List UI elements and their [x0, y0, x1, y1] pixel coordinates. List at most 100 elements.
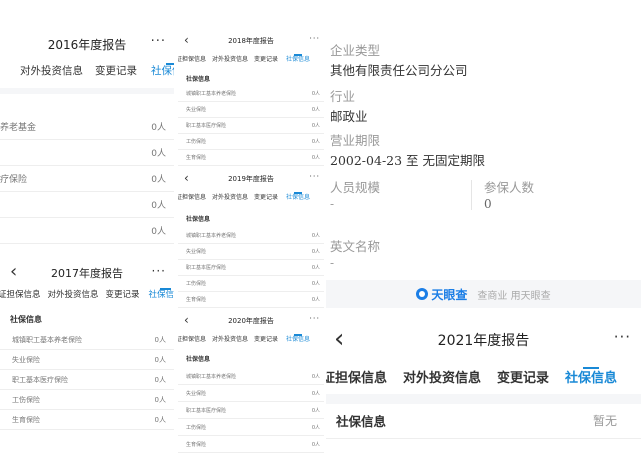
back-icon[interactable]: ‹: [10, 263, 17, 281]
report-2020-tabs: 证担保信息 对外投资信息 变更记录 社保信息: [178, 332, 324, 344]
row-name: 职工基本医疗保险: [186, 123, 227, 129]
table-row: 0人: [0, 140, 174, 166]
tab-social-security[interactable]: 社保信息: [565, 366, 617, 386]
table-row: 失业保险 0人: [178, 385, 324, 402]
row-name: 生育保险: [12, 415, 40, 424]
tab-social-security[interactable]: 社保信息: [149, 288, 174, 300]
row-value: 0人: [311, 297, 320, 303]
row-name: 生育保险: [186, 441, 207, 448]
report-2016-panel: 2016年度报告 ··· 对外投资信息 变更记录 社保信息 养老基金 0人 0人…: [0, 0, 174, 250]
insured-count-value: 0: [484, 197, 492, 211]
row-value: 0人: [311, 407, 320, 414]
table-row: 失业保险 0人: [178, 102, 324, 118]
tab-guarantee[interactable]: 证担保信息: [0, 288, 41, 300]
tab-changes[interactable]: 变更记录: [497, 367, 549, 386]
english-name-label: 英文名称: [330, 239, 381, 254]
report-2018-panel: ‹ 2018年度报告 ··· 证担保信息 对外投资信息 变更记录 社保信息 社保…: [178, 32, 324, 166]
more-icon[interactable]: ···: [309, 314, 320, 323]
back-icon[interactable]: ‹: [184, 172, 189, 184]
report-2017-header: ‹ 2017年度报告 ···: [0, 263, 174, 282]
company-type-value: 其他有限责任公司分公司: [330, 63, 468, 78]
row-name: 职工基本医疗保险: [12, 375, 68, 384]
section-title: 社保信息: [186, 76, 211, 83]
table-row: 0人: [0, 192, 174, 218]
tab-investment[interactable]: 对外投资信息: [212, 334, 248, 343]
row-name: 工伤保险: [186, 139, 207, 145]
report-2021-tabs: 证担保信息 对外投资信息 变更记录 社保信息: [326, 364, 641, 388]
more-icon[interactable]: ···: [151, 34, 166, 49]
back-icon[interactable]: ‹: [334, 326, 344, 352]
row-value: 0人: [311, 281, 320, 287]
tab-investment[interactable]: 对外投资信息: [212, 192, 248, 201]
industry-value: 邮政业: [330, 109, 368, 124]
table-row: 生育保险 0人: [0, 410, 174, 430]
row-name: 城镇职工基本养老保险: [186, 233, 237, 239]
table-row: 养老基金 0人: [0, 114, 174, 140]
industry-label: 行业: [330, 89, 356, 104]
table-row: 城镇职工基本养老保险 0人: [178, 368, 324, 385]
tab-guarantee[interactable]: 证担保信息: [326, 367, 387, 386]
table-row: 工伤保险 0人: [178, 419, 324, 436]
tab-changes[interactable]: 变更记录: [254, 334, 278, 343]
back-icon[interactable]: ‹: [184, 34, 189, 46]
table-row: 工伤保险 0人: [0, 390, 174, 410]
tab-changes[interactable]: 变更记录: [106, 288, 140, 300]
row-name: 生育保险: [186, 297, 207, 303]
tab-guarantee[interactable]: 证担保信息: [178, 334, 206, 343]
row-name: 失业保险: [12, 355, 40, 364]
more-icon[interactable]: ···: [309, 172, 320, 181]
row-value: 0人: [151, 149, 166, 159]
section-title: 社保信息: [186, 356, 211, 363]
row-value: 0人: [311, 91, 320, 97]
table-row: 0人: [0, 218, 174, 244]
table-row: 职工基本医疗保险 0人: [178, 260, 324, 276]
report-2019-panel: ‹ 2019年度报告 ··· 证担保信息 对外投资信息 变更记录 社保信息 社保…: [178, 170, 324, 310]
row-value: 0人: [154, 415, 166, 424]
row-value: 0人: [311, 441, 320, 448]
tab-changes[interactable]: 变更记录: [95, 63, 137, 78]
tab-social-security[interactable]: 社保信息: [286, 53, 310, 63]
row-value: 0人: [311, 123, 320, 129]
report-2018-title: 2018年度报告: [228, 37, 274, 45]
report-2018-header: ‹ 2018年度报告 ···: [178, 34, 324, 48]
table-row: 生育保险 0人: [178, 436, 324, 453]
row-name: 工伤保险: [12, 395, 40, 404]
row-value: 0人: [151, 201, 166, 211]
report-2016-header: 2016年度报告 ···: [0, 34, 174, 54]
table-row: 城镇职工基本养老保险 0人: [178, 86, 324, 102]
report-2020-panel: ‹ 2020年度报告 ··· 证担保信息 对外投资信息 变更记录 社保信息 社保…: [178, 312, 324, 458]
row-name: 失业保险: [186, 390, 207, 397]
table-row: 失业保险 0人: [178, 244, 324, 260]
tab-changes[interactable]: 变更记录: [254, 192, 278, 201]
row-value: 0人: [154, 335, 166, 344]
more-icon[interactable]: ···: [614, 328, 631, 346]
more-icon[interactable]: ···: [152, 264, 166, 278]
row-value: 0人: [151, 227, 166, 237]
row-name: 城镇职工基本养老保险: [186, 91, 237, 97]
tab-guarantee[interactable]: 证担保信息: [178, 54, 206, 63]
table-row: 生育保险 0人: [178, 292, 324, 308]
row-name: 失业保险: [186, 249, 207, 255]
tab-investment[interactable]: 对外投资信息: [48, 288, 99, 300]
report-2021-header: ‹ 2021年度报告 ···: [326, 326, 641, 352]
brand-slogan: 查商业 用天眼查: [477, 290, 551, 302]
more-icon[interactable]: ···: [309, 34, 320, 43]
tab-social-security[interactable]: 社保信息: [151, 62, 174, 78]
tab-investment[interactable]: 对外投资信息: [403, 367, 481, 386]
staff-size-label: 人员规模: [330, 180, 381, 195]
row-name: 工伤保险: [186, 424, 207, 431]
report-2020-title: 2020年度报告: [228, 317, 274, 325]
tab-guarantee[interactable]: 证担保信息: [178, 192, 206, 201]
report-2016-title: 2016年度报告: [47, 37, 127, 52]
tab-social-security[interactable]: 社保信息: [286, 333, 310, 343]
row-value: 0人: [151, 175, 166, 185]
tab-social-security[interactable]: 社保信息: [286, 191, 310, 201]
section-title: 社保信息: [186, 216, 211, 223]
tab-changes[interactable]: 变更记录: [254, 54, 278, 63]
table-row: 疗保险 0人: [0, 166, 174, 192]
tab-investment[interactable]: 对外投资信息: [212, 54, 248, 63]
tab-investment[interactable]: 对外投资信息: [20, 63, 83, 78]
back-icon[interactable]: ‹: [184, 314, 189, 326]
table-row: 工伤保险 0人: [178, 134, 324, 150]
row-value: 0人: [311, 424, 320, 431]
